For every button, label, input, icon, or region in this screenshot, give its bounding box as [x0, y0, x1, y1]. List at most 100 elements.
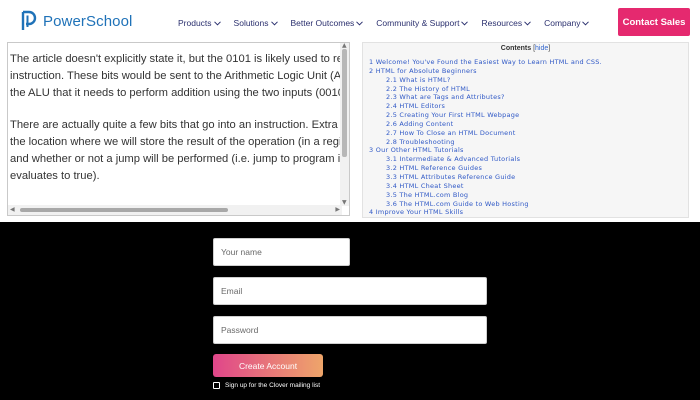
name-input[interactable]: [213, 238, 350, 266]
toc-item-number: 2.1: [386, 75, 398, 84]
scroll-right-arrow-icon[interactable]: ▶: [335, 207, 340, 213]
toc-item-text: Intermediate & Advanced Tutorials: [399, 155, 521, 164]
toc-item[interactable]: 2.1 What is HTML?: [369, 76, 687, 85]
article-line: The article doesn't explicitly state it,…: [10, 53, 350, 65]
nav-solutions[interactable]: Solutions: [234, 18, 278, 28]
toc-item-number: 2.8: [386, 137, 398, 146]
toc-item[interactable]: 2.2 The History of HTML: [369, 85, 687, 94]
scroll-left-arrow-icon[interactable]: ◀: [10, 207, 15, 213]
toc-item-text: The HTML.com Blog: [399, 190, 469, 199]
toc-item-number: 2.2: [386, 84, 398, 93]
site-header: PowerSchool Products Solutions Better Ou…: [0, 0, 700, 42]
toc-item-number: 2.6: [386, 119, 398, 128]
toc-item-number: 2.4: [386, 102, 398, 111]
article-scroll-panel[interactable]: The article doesn't explicitly state it,…: [7, 42, 350, 216]
toc-item-number: 1: [369, 58, 374, 66]
toc-item-number: 3.2: [386, 164, 398, 173]
toc-item[interactable]: 2.8 Troubleshooting: [369, 138, 687, 147]
toc-item[interactable]: 2.5 Creating Your First HTML Webpage: [369, 111, 687, 120]
toc-item[interactable]: 2.6 Adding Content: [369, 120, 687, 129]
toc-item-text: How To Close an HTML Document: [399, 128, 516, 137]
toc-item[interactable]: 3.6 The HTML.com Guide to Web Hosting: [369, 200, 687, 209]
toc-item[interactable]: 2.3 What are Tags and Attributes?: [369, 93, 687, 102]
toc-hide-link[interactable]: hide: [535, 45, 548, 52]
toc-item-text: HTML for Absolute Beginners: [375, 66, 477, 75]
toc-item-text: HTML Editors: [399, 102, 446, 111]
article-line: and whether or not a jump will be perfor…: [10, 153, 350, 166]
article-line: the location where we will store the res…: [10, 135, 350, 148]
toc-item[interactable]: 3.2 HTML Reference Guides: [369, 164, 687, 173]
toc-item[interactable]: 4 Improve Your HTML Skills: [369, 208, 687, 217]
nav-better-outcomes[interactable]: Better Outcomes: [291, 18, 364, 28]
vertical-scroll-thumb[interactable]: [342, 49, 347, 157]
toc-item-number: 3.5: [386, 190, 398, 199]
toc-item-number: 2.7: [386, 128, 398, 137]
nav-label: Solutions: [233, 18, 269, 28]
nav-resources[interactable]: Resources: [481, 18, 531, 28]
nav-label: Better Outcomes: [290, 18, 355, 28]
nav-label: Resources: [481, 18, 523, 28]
toc-item-number: 3: [369, 146, 374, 155]
table-of-contents: Contents [hide] 1 Welcome! You've Found …: [362, 42, 689, 218]
powerschool-logo[interactable]: PowerSchool: [20, 10, 132, 32]
toc-item-number: 3.6: [386, 199, 398, 208]
signup-section: Create Account Sign up for the Clover ma…: [0, 222, 700, 400]
toc-item[interactable]: 3.1 Intermediate & Advanced Tutorials: [369, 155, 687, 164]
toc-item[interactable]: 2.4 HTML Editors: [369, 102, 687, 111]
email-input[interactable]: [213, 277, 487, 305]
mailing-list-option[interactable]: Sign up for the Clover mailing list: [213, 382, 320, 389]
toc-item-text: What are Tags and Attributes?: [399, 93, 505, 102]
chevron-down-icon: [524, 20, 531, 26]
toc-item-text: Adding Content: [399, 119, 454, 128]
chevron-down-icon: [582, 20, 590, 26]
powerschool-logo-icon: [21, 10, 37, 30]
toc-item[interactable]: 2.7 How To Close an HTML Document: [369, 129, 687, 138]
nav-community-support[interactable]: Community & Support: [376, 18, 469, 28]
nav-products[interactable]: Products: [178, 18, 221, 28]
scroll-down-arrow-icon[interactable]: ▼: [342, 200, 347, 206]
toc-item-number: 2.5: [386, 111, 398, 120]
toc-item-number: 4: [369, 208, 374, 217]
toc-item-text: Improve Your HTML Skills: [375, 208, 464, 217]
article-paragraph: There are actually quite a few bits that…: [10, 117, 350, 186]
article-line: There are actually quite a few bits that…: [10, 118, 350, 131]
toc-hide-toggle[interactable]: [hide]: [533, 45, 550, 52]
chevron-down-icon: [356, 20, 364, 26]
main-nav: Products Solutions Better Outcomes Commu…: [178, 18, 602, 28]
toc-item[interactable]: 2 HTML for Absolute Beginners: [369, 67, 687, 76]
nav-label: Company: [544, 18, 581, 28]
toc-item[interactable]: 3.5 The HTML.com Blog: [369, 191, 687, 200]
chevron-down-icon: [213, 20, 221, 26]
mailing-list-label: Sign up for the Clover mailing list: [225, 382, 321, 389]
toc-item[interactable]: 3.3 HTML Attributes Reference Guide: [369, 173, 687, 182]
article-text: The article doesn't explicitly state it,…: [10, 51, 350, 199]
mailing-list-checkbox[interactable]: [213, 382, 220, 389]
article-line: the ALU that it needs to perform additio…: [10, 87, 350, 100]
nav-company[interactable]: Company: [544, 18, 590, 28]
toc-item-text: Our Other HTML Tutorials: [375, 146, 464, 155]
toc-item-number: 3.4: [386, 181, 398, 190]
toc-item[interactable]: 3.4 HTML Cheat Sheet: [369, 182, 687, 191]
create-account-button[interactable]: Create Account: [213, 354, 323, 377]
article-line: evaluates to true).: [10, 170, 100, 183]
toc-item-text: What is HTML?: [399, 75, 451, 84]
password-input[interactable]: [213, 316, 487, 344]
horizontal-scrollbar[interactable]: ◀ ▶: [8, 205, 342, 215]
logo-text: PowerSchool: [43, 12, 133, 30]
contact-sales-button[interactable]: Contact Sales: [618, 8, 690, 36]
toc-item-text: The HTML.com Guide to Web Hosting: [399, 199, 529, 208]
toc-item[interactable]: 1 Welcome! You've Found the Easiest Way …: [369, 58, 687, 67]
toc-item[interactable]: 3 Our Other HTML Tutorials: [369, 146, 687, 155]
toc-item-number: 2: [369, 66, 374, 75]
toc-item-number: 2.3: [386, 93, 398, 102]
toc-item-text: HTML Reference Guides: [399, 164, 483, 173]
toc-item-text: Creating Your First HTML Webpage: [399, 111, 520, 120]
chevron-down-icon: [461, 20, 469, 26]
nav-label: Community & Support: [376, 18, 460, 28]
article-paragraph: The article doesn't explicitly state it,…: [10, 51, 350, 103]
horizontal-scroll-thumb[interactable]: [20, 208, 228, 212]
toc-item-number: 3.1: [386, 155, 398, 164]
toc-item-text: Troubleshooting: [399, 137, 455, 146]
vertical-scrollbar[interactable]: ▲ ▼: [340, 43, 349, 206]
nav-label: Products: [178, 18, 212, 28]
